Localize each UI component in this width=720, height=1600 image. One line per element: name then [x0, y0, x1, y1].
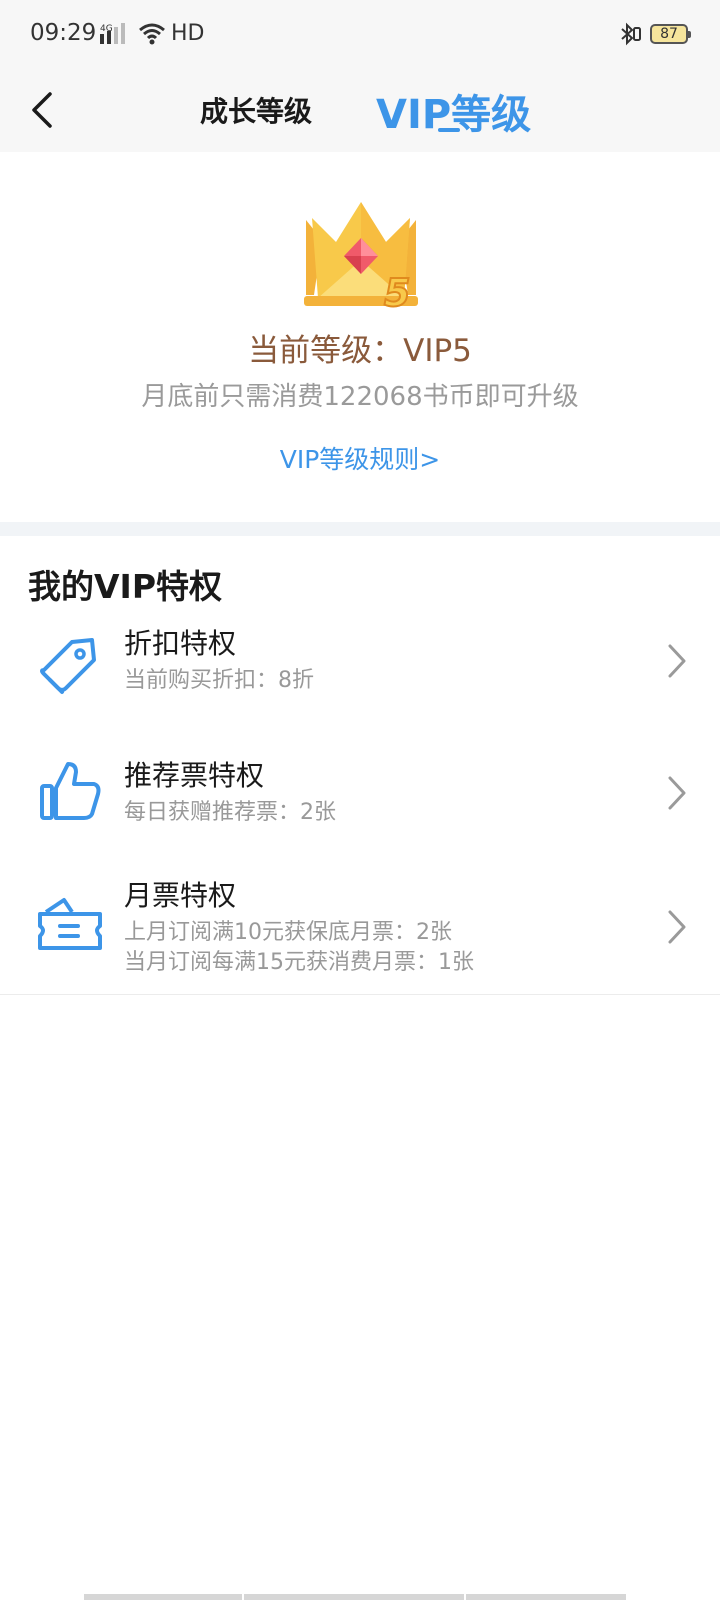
- wifi-icon: [138, 22, 166, 50]
- tag-icon: [40, 638, 96, 694]
- gesture-bar-segment: [466, 1594, 626, 1600]
- status-time: 09:29: [30, 20, 97, 46]
- battery-level: 87: [660, 26, 678, 42]
- ticket-icon: [38, 898, 102, 950]
- privilege-detail: 当月订阅每满15元获消费月票：1张: [124, 950, 474, 975]
- upgrade-requirement: 月底前只需消费122068书币即可升级: [141, 382, 579, 412]
- battery-icon: 87: [650, 24, 691, 44]
- chevron-right-icon: [668, 776, 686, 810]
- chevron-right-icon: [668, 910, 686, 944]
- thumbs-up-icon: [40, 762, 101, 820]
- crown-icon: 5: [304, 202, 418, 315]
- top-nav: 成长等级 VIP等级: [0, 70, 720, 153]
- privilege-row-monthly[interactable]: 月票特权 上月订阅满10元获保底月票：2张 当月订阅每满15元获消费月票：1张: [0, 858, 720, 995]
- privilege-detail: 每日获赠推荐票：2张: [124, 800, 336, 825]
- hd-indicator: HD: [171, 21, 205, 46]
- privilege-detail: 上月订阅满10元获保底月票：2张: [124, 920, 452, 945]
- status-bar: 09:29 4G HD 87: [0, 0, 720, 70]
- privilege-title: 推荐票特权: [124, 759, 265, 792]
- privilege-row-recommend[interactable]: 推荐票特权 每日获赠推荐票：2张: [0, 726, 720, 859]
- vip-level-card: 5 当前等级：VIP5 月底前只需消费122068书币即可升级 VIP等级规则>: [0, 152, 720, 522]
- current-level: 当前等级：VIP5: [248, 333, 472, 369]
- privilege-title: 折扣特权: [124, 627, 237, 660]
- active-tab-indicator: [438, 128, 460, 132]
- gesture-bar: [84, 1594, 640, 1600]
- privilege-row-discount[interactable]: 折扣特权 当前购买折扣：8折: [0, 612, 720, 727]
- privilege-title: 月票特权: [124, 879, 237, 912]
- chevron-left-icon: [32, 92, 52, 128]
- gesture-bar-segment: [84, 1594, 242, 1600]
- tab-growth-level[interactable]: 成长等级: [200, 90, 312, 130]
- privileges-title: 我的VIP特权: [28, 567, 223, 606]
- chevron-right-icon: [668, 644, 686, 678]
- back-button[interactable]: [26, 88, 66, 132]
- cellular-signal-icon: 4G: [100, 22, 130, 50]
- bluetooth-icon: [618, 22, 642, 50]
- vip-rules-link[interactable]: VIP等级规则>: [0, 440, 720, 476]
- privilege-detail: 当前购买折扣：8折: [124, 668, 314, 693]
- crown-level-badge: 5: [384, 271, 410, 315]
- gesture-bar-segment: [244, 1594, 464, 1600]
- section-divider: [0, 522, 720, 536]
